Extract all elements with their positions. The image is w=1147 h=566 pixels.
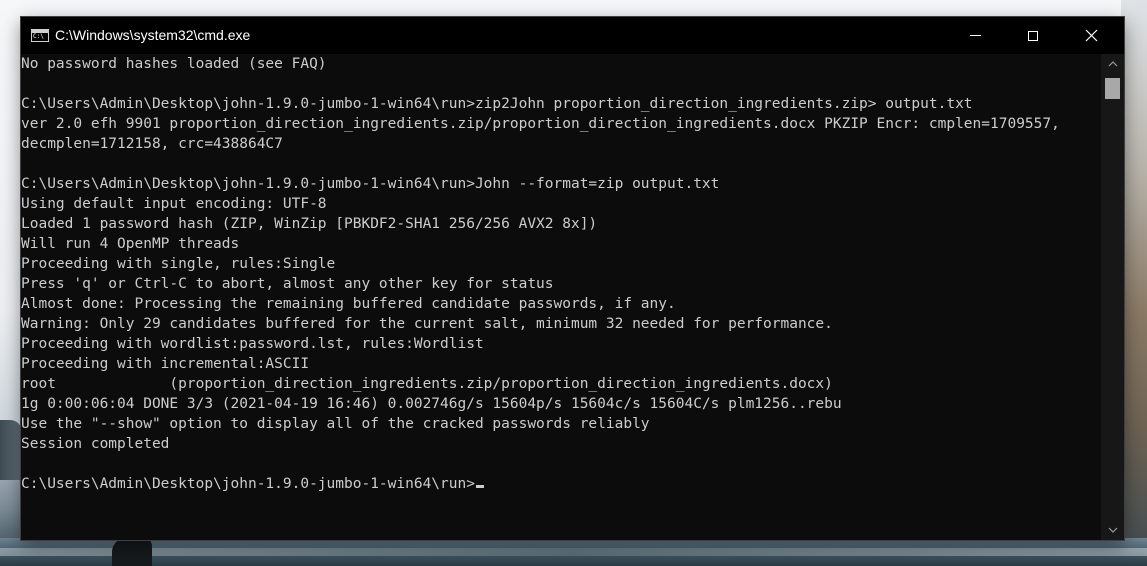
console-line: Session completed [21,436,170,452]
console-line: Proceeding with single, rules:Single [21,256,336,272]
console-line: C:\Users\Admin\Desktop\john-1.9.0-jumbo-… [21,96,973,112]
maximize-icon [1028,30,1038,41]
console-line: root (proportion_direction_ingredients.z… [21,376,833,392]
console-line: Proceeding with wordlist:password.lst, r… [21,336,484,352]
scroll-up-button[interactable] [1101,54,1124,74]
wallpaper-rock [0,420,22,480]
console-line: Use the "--show" option to display all o… [21,416,650,432]
close-button[interactable] [1068,17,1114,54]
console-line: Will run 4 OpenMP threads [21,236,240,252]
desktop-wallpaper-right [1121,0,1147,566]
console-output[interactable]: No password hashes loaded (see FAQ) C:\U… [21,54,1101,540]
wallpaper-wave [0,548,1147,556]
chevron-up-icon [1108,61,1117,67]
cmd-console-icon[interactable] [31,29,49,42]
console-line: Press 'q' or Ctrl-C to abort, almost any… [21,276,554,292]
console-line: Proceeding with incremental:ASCII [21,356,310,372]
cmd-window[interactable]: C:\Windows\system32\cmd.exe No password … [21,17,1124,540]
prompt-text: C:\Users\Admin\Desktop\john-1.9.0-jumbo-… [21,476,475,492]
console-line: C:\Users\Admin\Desktop\john-1.9.0-jumbo-… [21,176,720,192]
console-line: Warning: Only 29 candidates buffered for… [21,316,833,332]
window-title: C:\Windows\system32\cmd.exe [55,27,251,43]
title-bar[interactable]: C:\Windows\system32\cmd.exe [21,17,1124,54]
scroll-thumb[interactable] [1105,78,1120,99]
chevron-down-icon [1108,527,1117,533]
minimize-icon [969,35,981,36]
prompt-line[interactable]: C:\Users\Admin\Desktop\john-1.9.0-jumbo-… [21,474,484,494]
console-line: 1g 0:00:06:04 DONE 3/3 (2021-04-19 16:46… [21,396,842,412]
console-line: ver 2.0 efh 9901 proportion_direction_in… [21,116,1060,132]
text-cursor [475,485,484,488]
vertical-scrollbar[interactable] [1101,54,1124,540]
scroll-down-button[interactable] [1101,520,1124,540]
console-line: decmplen=1712158, crc=438864C7 [21,136,283,152]
desktop-wallpaper-left [0,0,22,566]
console-line: Loaded 1 password hash (ZIP, WinZip [PBK… [21,216,598,232]
console-line: Almost done: Processing the remaining bu… [21,296,676,312]
wallpaper-figure [112,538,152,566]
minimize-button[interactable] [952,17,998,54]
maximize-button[interactable] [1010,17,1056,54]
close-icon [1085,29,1097,42]
console-line: No password hashes loaded (see FAQ) [21,56,327,72]
console-line: Using default input encoding: UTF-8 [21,196,327,212]
